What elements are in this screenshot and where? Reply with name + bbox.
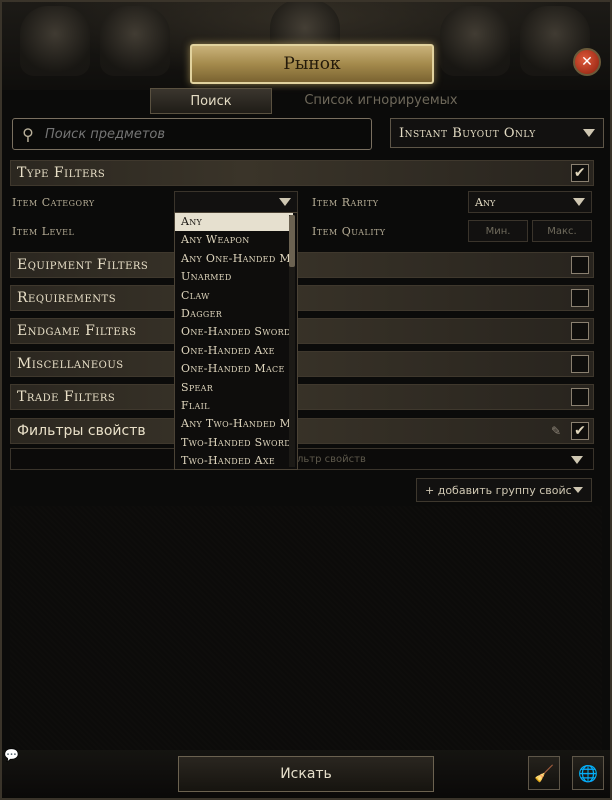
statue-art [20,6,90,76]
section-type-filters[interactable]: Type Filters ✔ [10,160,594,186]
pencil-icon[interactable]: ✎ [551,424,561,438]
dropdown-option[interactable]: Two-Handed Sword [175,434,293,452]
dropdown-option[interactable]: One-Handed Axe [175,342,293,360]
section-equipment-filters[interactable]: Equipment Filters [10,252,594,278]
window-title: Рынок [190,44,434,84]
dropdown-option[interactable]: Any Weapon [175,231,293,249]
add-group-label: + добавить группу свойс [425,483,572,497]
tab-search[interactable]: Поиск [150,88,272,114]
dropdown-option[interactable]: Dagger [175,305,293,323]
globe-icon: 🌐 [578,763,598,783]
tab-bar: Поиск Список игнорируемых [150,88,486,114]
section-label: Equipment Filters [17,257,149,273]
item-category-select[interactable] [174,191,298,213]
endgame-filters-checkbox[interactable] [571,322,589,340]
chevron-down-icon [573,198,585,206]
trade-filters-checkbox[interactable] [571,388,589,406]
item-rarity-select[interactable]: Any [468,191,592,213]
add-property-group-button[interactable]: + добавить группу свойс [416,478,592,502]
item-level-label: Item Level [12,224,75,238]
close-icon: ✕ [581,54,593,70]
section-miscellaneous[interactable]: Miscellaneous [10,351,594,377]
close-button[interactable]: ✕ [573,48,601,76]
chevron-down-icon [279,198,291,206]
section-requirements[interactable]: Requirements [10,285,594,311]
section-endgame-filters[interactable]: Endgame Filters [10,318,594,344]
section-label: Фильтры свойств [17,423,146,439]
dropdown-option[interactable]: Any Two-Handed M [175,415,293,433]
search-input[interactable] [43,125,357,143]
dropdown-option[interactable]: One-Handed Mace [175,360,293,378]
requirements-checkbox[interactable] [571,289,589,307]
statue-art [440,6,510,76]
section-label: Miscellaneous [17,356,124,372]
search-row: ⚲ Instant Buyout Only [12,118,604,150]
empty-results-area [10,506,602,750]
chat-icon[interactable]: 💬 [4,748,19,762]
statue-art [100,6,170,76]
dropdown-option[interactable]: Any [175,213,293,232]
section-label: Endgame Filters [17,323,137,339]
property-filters-checkbox[interactable]: ✔ [571,422,589,440]
tab-ignore-list[interactable]: Список игнорируемых [276,88,486,112]
quality-max-input[interactable]: Макс. [532,220,592,242]
buyout-select[interactable]: Instant Buyout Only [390,118,604,148]
property-filter-placeholder: льтр свойств [297,453,366,465]
section-property-filters[interactable]: Фильтры свойств ✎ ✔ [10,418,594,444]
buyout-value: Instant Buyout Only [399,125,536,141]
dropdown-option[interactable]: Two-Handed Axe [175,452,293,469]
dropdown-option[interactable]: Unarmed [175,268,293,286]
dropdown-option[interactable]: Flail [175,397,293,415]
language-button[interactable]: 🌐 [572,756,604,790]
chevron-down-icon [573,487,583,493]
item-rarity-value: Any [475,195,496,209]
clear-button[interactable]: 🧹 [528,756,560,790]
quality-min-input[interactable]: Мин. [468,220,528,242]
section-label: Trade Filters [17,389,116,405]
dropdown-scroll-thumb[interactable] [289,215,295,267]
search-box[interactable]: ⚲ [12,118,372,150]
dropdown-option[interactable]: Spear [175,379,293,397]
item-category-dropdown[interactable]: Any Any Weapon Any One-Handed M Unarmed … [174,212,298,470]
equipment-filters-checkbox[interactable] [571,256,589,274]
property-filter-input[interactable]: льтр свойств [10,448,594,470]
item-category-label: Item Category [12,195,95,209]
search-button[interactable]: Искать [178,756,434,792]
search-icon: ⚲ [22,124,34,144]
section-label: Requirements [17,290,117,306]
item-rarity-label: Item Rarity [312,195,379,209]
item-quality-label: Item Quality [312,224,386,238]
dropdown-option[interactable]: Claw [175,287,293,305]
chevron-down-icon [571,456,583,464]
dropdown-option[interactable]: One-Handed Sword [175,323,293,341]
miscellaneous-checkbox[interactable] [571,355,589,373]
chevron-down-icon [583,129,595,137]
type-filters-checkbox[interactable]: ✔ [571,164,589,182]
section-label: Type Filters [17,165,106,181]
dropdown-option[interactable]: Any One-Handed M [175,250,293,268]
broom-icon: 🧹 [534,763,554,783]
section-trade-filters[interactable]: Trade Filters [10,384,594,410]
